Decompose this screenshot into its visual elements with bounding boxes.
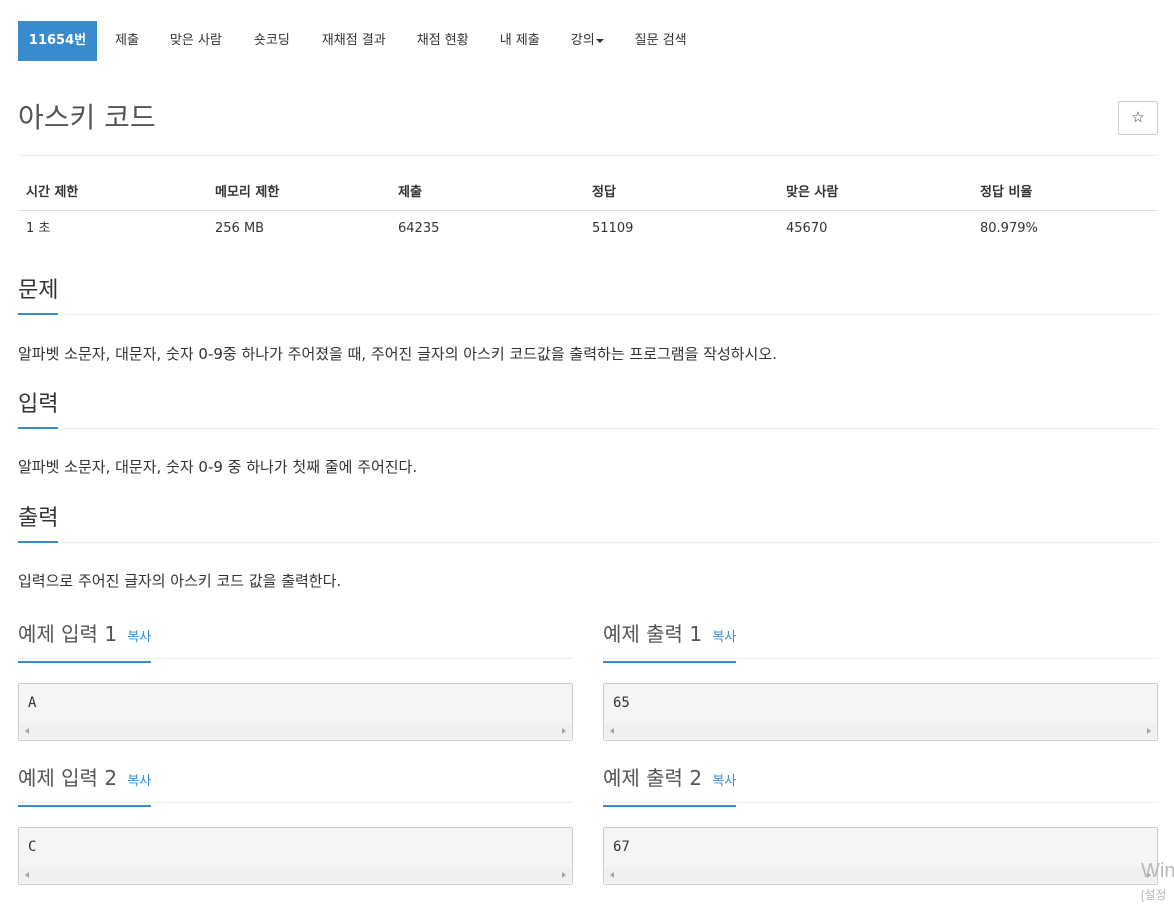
problem-info-table: 시간 제한 메모리 제한 제출 정답 맞은 사람 정답 비율 1 초 256 M… [18,176,1158,247]
sample-output-1-box: 65 [603,683,1158,741]
accepted-users-value: 45670 [786,221,828,236]
horizontal-scrollbar[interactable] [605,867,1156,883]
info-table-row: 1 초 256 MB 64235 51109 45670 80.979% [18,211,1158,247]
info-table-header: 시간 제한 메모리 제한 제출 정답 맞은 사람 정답 비율 [18,176,1158,211]
sample-input-1-value: A [28,695,37,711]
favorite-star-button[interactable]: ☆ [1118,101,1158,135]
accept-ratio-value: 80.979% [980,221,1038,236]
sample-output-2-box: 67 [603,827,1158,885]
sample-output-2-value: 67 [613,839,630,855]
output-header: 출력 [18,504,1158,543]
horizontal-scrollbar[interactable] [20,723,571,739]
output-heading: 출력 [18,504,59,543]
problem-nav: 11654번 제출 맞은 사람 숏코딩 재채점 결과 채점 현황 내 제출 강의… [18,21,687,61]
sample-input-2-title: 예제 입력 2 [18,766,118,790]
scroll-left-arrow-icon[interactable] [610,872,614,878]
tab-submit[interactable]: 제출 [115,21,139,61]
scroll-right-arrow-icon[interactable] [562,728,566,734]
horizontal-scrollbar[interactable] [20,867,571,883]
copy-button[interactable]: 복사 [127,630,151,645]
description-text: 알파벳 소문자, 대문자, 숫자 0-9중 하나가 주어졌을 때, 주어진 글자… [18,345,777,363]
tab-lectures-label: 강의 [570,33,595,48]
sample-input-1-title: 예제 입력 1 [18,622,118,646]
header-memory-limit: 메모리 제한 [215,185,280,200]
tab-short-coding[interactable]: 숏코딩 [254,21,290,61]
windows-activation-subtext: [설정 [1141,888,1167,902]
accepted-value: 51109 [592,221,634,236]
header-submissions: 제출 [398,185,422,200]
sample-input-1: 예제 입력 1 복사 A [18,619,573,741]
star-icon: ☆ [1131,108,1145,126]
sample-input-1-header: 예제 입력 1 복사 [18,619,573,663]
description-header: 문제 [18,276,1158,315]
header-time-limit: 시간 제한 [26,185,79,200]
memory-limit-value: 256 MB [215,221,265,236]
sample-input-1-heading: 예제 입력 1 복사 [18,619,152,663]
sample-input-2: 예제 입력 2 복사 C [18,763,573,885]
horizontal-scrollbar[interactable] [605,723,1156,739]
tab-lectures-dropdown[interactable]: 강의 [571,21,604,61]
copy-button[interactable]: 복사 [712,630,736,645]
sample-output-2-title: 예제 출력 2 [603,766,703,790]
scroll-right-arrow-icon[interactable] [1147,728,1151,734]
sample-output-1-header: 예제 출력 1 복사 [603,619,1158,663]
tab-question-search[interactable]: 질문 검색 [635,21,687,61]
windows-activation-watermark: Win [1141,860,1174,882]
sample-input-2-heading: 예제 입력 2 복사 [18,763,152,807]
submissions-value: 64235 [398,221,440,236]
output-text: 입력으로 주어진 글자의 아스키 코드 값을 출력한다. [18,572,342,590]
time-limit-value: 1 초 [26,221,51,236]
scroll-right-arrow-icon[interactable] [562,872,566,878]
sample-output-1-heading: 예제 출력 1 복사 [603,619,737,663]
title-divider [18,155,1158,156]
input-heading: 입력 [18,390,59,429]
tab-status[interactable]: 채점 현황 [417,21,469,61]
header-accepted: 정답 [592,185,616,200]
header-accept-ratio: 정답 비율 [980,185,1033,200]
problem-title: 아스키 코드 [18,101,156,134]
sample-output-1-title: 예제 출력 1 [603,622,703,646]
sample-output-2: 예제 출력 2 복사 67 [603,763,1158,885]
tab-rejudge-results[interactable]: 재채점 결과 [322,21,386,61]
tab-problem[interactable]: 11654번 [18,21,97,61]
scroll-left-arrow-icon[interactable] [25,872,29,878]
sample-output-1: 예제 출력 1 복사 65 [603,619,1158,741]
caret-down-icon [595,38,604,43]
description-heading: 문제 [18,276,59,315]
input-text: 알파벳 소문자, 대문자, 숫자 0-9 중 하나가 첫째 줄에 주어진다. [18,458,418,476]
tab-my-submissions[interactable]: 내 제출 [500,21,540,61]
sample-output-2-header: 예제 출력 2 복사 [603,763,1158,807]
tab-accepted[interactable]: 맞은 사람 [170,21,222,61]
copy-button[interactable]: 복사 [712,774,736,789]
sample-output-2-heading: 예제 출력 2 복사 [603,763,737,807]
input-header: 입력 [18,390,1158,429]
sample-output-1-value: 65 [613,695,630,711]
sample-input-1-box: A [18,683,573,741]
scroll-left-arrow-icon[interactable] [610,728,614,734]
sample-input-2-box: C [18,827,573,885]
header-accepted-users: 맞은 사람 [786,185,839,200]
sample-input-2-header: 예제 입력 2 복사 [18,763,573,807]
sample-input-2-value: C [28,839,37,855]
scroll-left-arrow-icon[interactable] [25,728,29,734]
copy-button[interactable]: 복사 [127,774,151,789]
